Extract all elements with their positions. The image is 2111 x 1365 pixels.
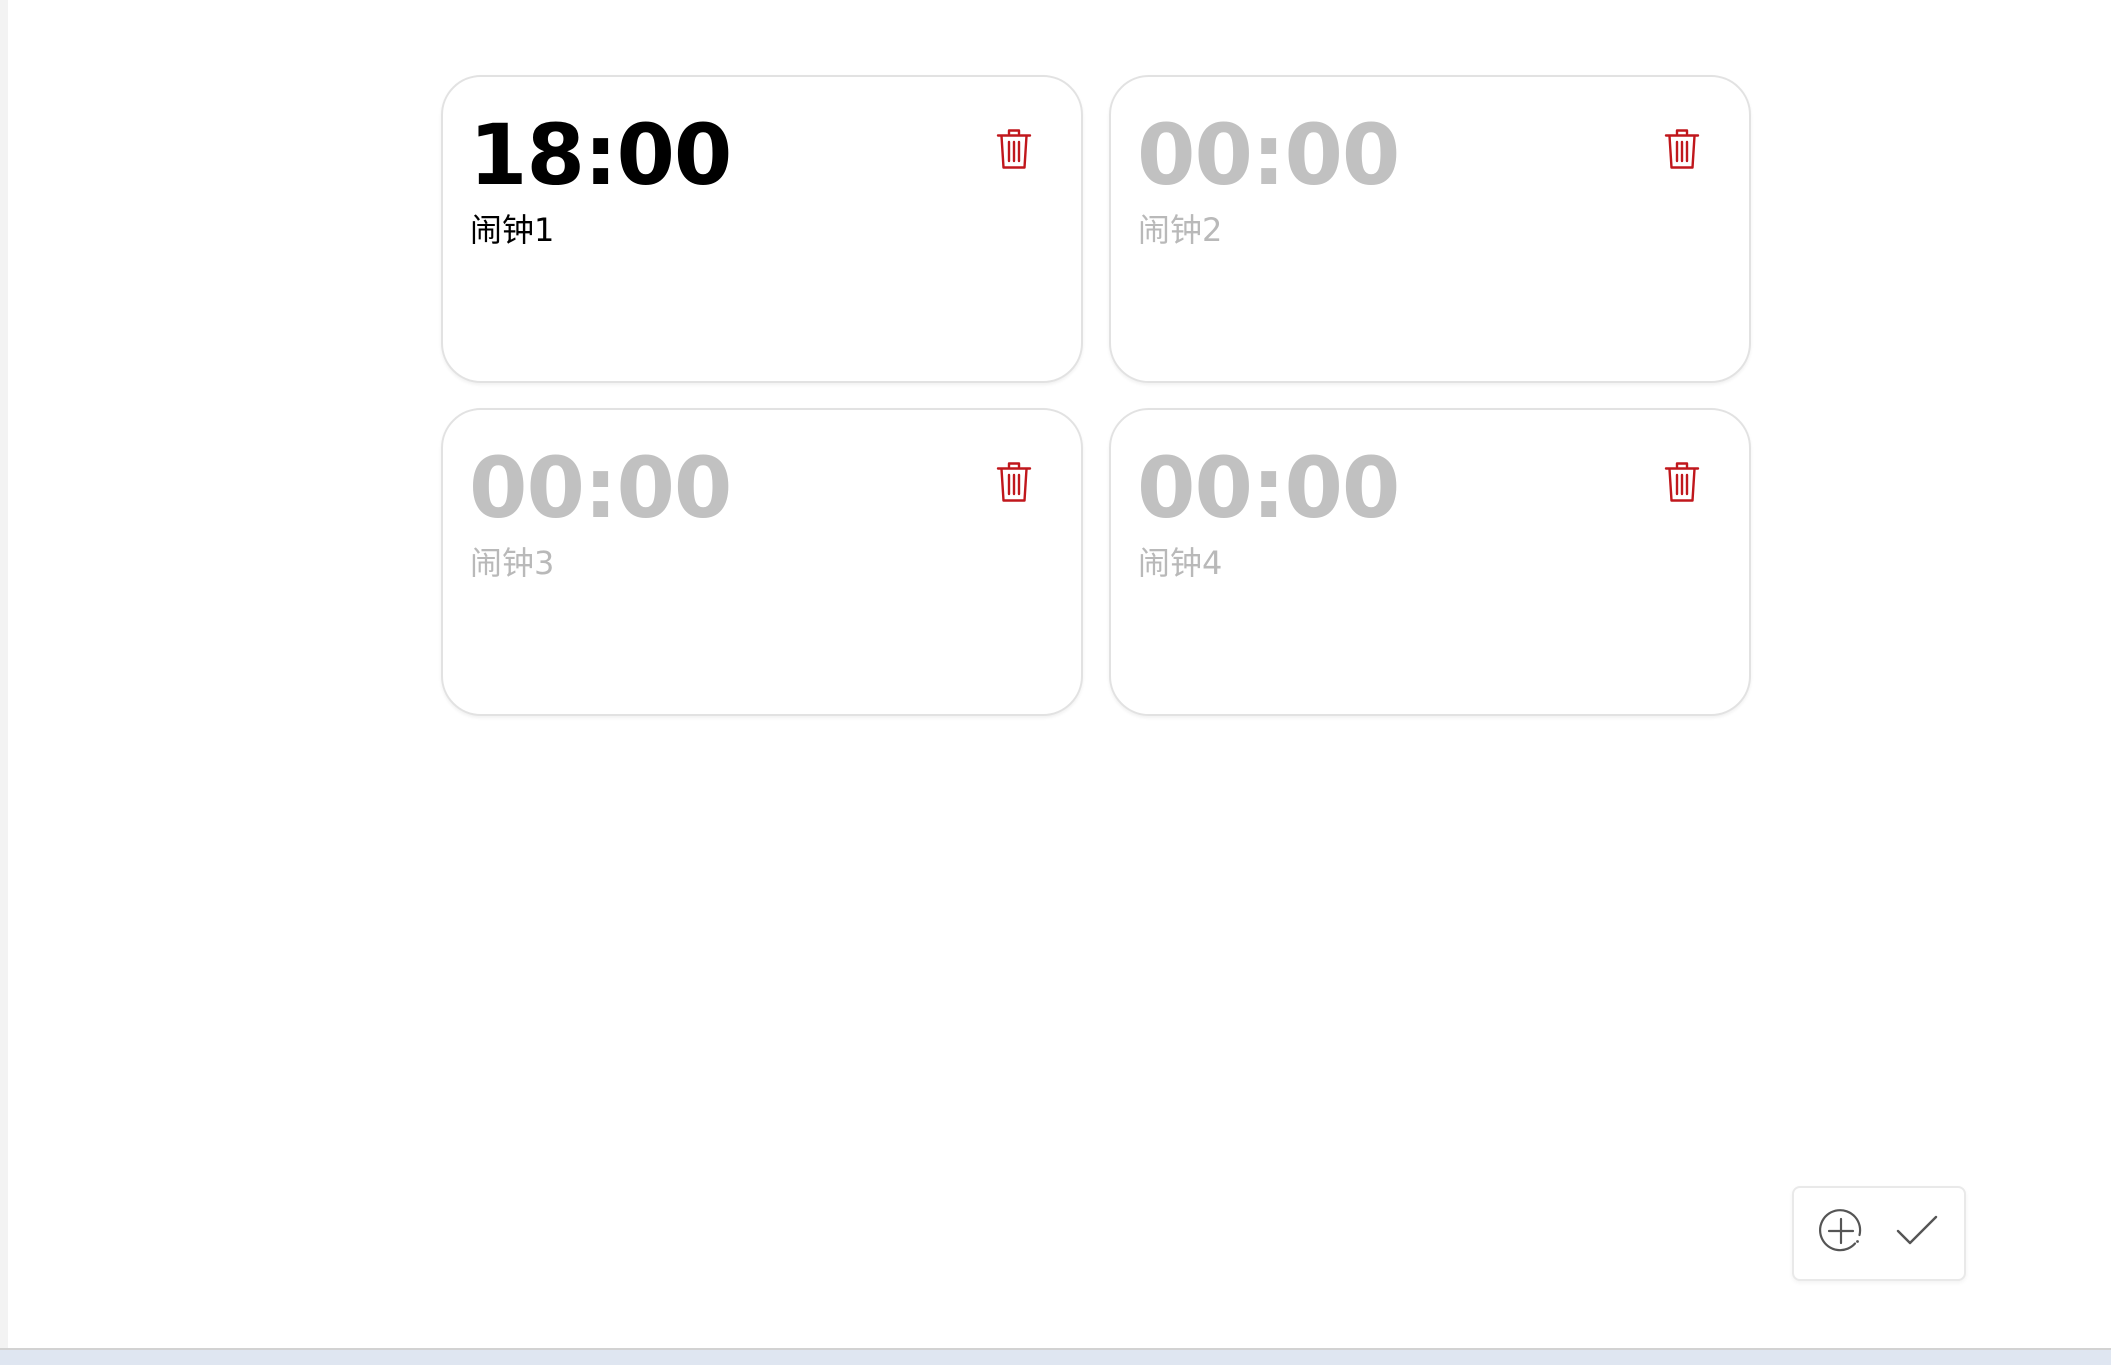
alarm-time: 00:00 bbox=[1137, 439, 1400, 537]
alarm-card[interactable]: 00:00 闹钟2 bbox=[1109, 75, 1751, 383]
alarm-name: 闹钟2 bbox=[1138, 211, 1223, 249]
alarm-card[interactable]: 18:00 闹钟1 bbox=[441, 75, 1083, 383]
window-left-edge bbox=[0, 0, 8, 1348]
trash-icon bbox=[996, 461, 1032, 503]
check-icon bbox=[1895, 1213, 1939, 1254]
alarm-name: 闹钟1 bbox=[470, 211, 555, 249]
add-alarm-button[interactable] bbox=[1813, 1206, 1869, 1262]
trash-icon bbox=[1664, 128, 1700, 170]
trash-icon bbox=[1664, 461, 1700, 503]
alarm-card[interactable]: 00:00 闹钟3 bbox=[441, 408, 1083, 716]
command-bar bbox=[1792, 1186, 1966, 1281]
alarm-list: 18:00 闹钟1 00:00 闹钟2 00:00 闹钟3 00:00 闹钟4 bbox=[441, 75, 1751, 716]
app-window: 18:00 闹钟1 00:00 闹钟2 00:00 闹钟3 00:00 闹钟4 bbox=[0, 0, 2111, 1365]
delete-alarm-button[interactable] bbox=[1661, 127, 1703, 171]
alarm-time: 18:00 bbox=[469, 106, 732, 204]
confirm-button[interactable] bbox=[1889, 1206, 1945, 1262]
delete-alarm-button[interactable] bbox=[993, 127, 1035, 171]
window-bottom-edge bbox=[0, 1348, 2111, 1365]
alarm-card[interactable]: 00:00 闹钟4 bbox=[1109, 408, 1751, 716]
delete-alarm-button[interactable] bbox=[1661, 460, 1703, 504]
alarm-time: 00:00 bbox=[469, 439, 732, 537]
plus-circle-icon bbox=[1817, 1207, 1865, 1260]
alarm-name: 闹钟3 bbox=[470, 544, 555, 582]
trash-icon bbox=[996, 128, 1032, 170]
alarm-name: 闹钟4 bbox=[1138, 544, 1223, 582]
delete-alarm-button[interactable] bbox=[993, 460, 1035, 504]
alarm-time: 00:00 bbox=[1137, 106, 1400, 204]
